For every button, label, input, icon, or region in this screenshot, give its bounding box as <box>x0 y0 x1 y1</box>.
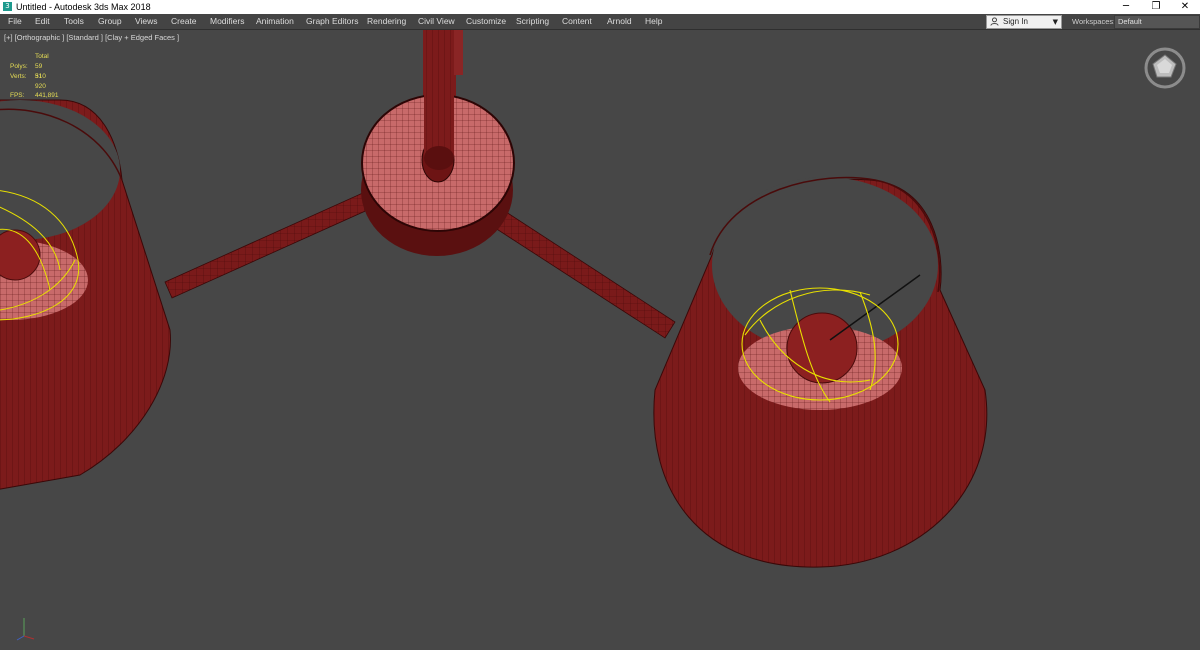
menu-customize[interactable]: Customize <box>466 14 506 29</box>
menu-graph-editors[interactable]: Graph Editors <box>306 14 358 29</box>
stats-header: Total <box>35 53 49 60</box>
fps-label: FPS: <box>10 92 25 99</box>
menu-civil-view[interactable]: Civil View <box>418 14 455 29</box>
menu-file[interactable]: File <box>8 14 22 29</box>
minimize-button[interactable]: ─ <box>1111 0 1141 14</box>
menu-content[interactable]: Content <box>562 14 592 29</box>
chandelier-arm-right <box>491 207 676 339</box>
fps-readout: FPS: 441,891 <box>10 92 59 99</box>
workspaces-value: Default <box>1118 17 1142 26</box>
polys-label: Polys: <box>10 63 28 70</box>
perspective-viewport[interactable]: [+] [Orthographic ] [Standard ] [Clay + … <box>0 30 1200 650</box>
window-title: Untitled - Autodesk 3ds Max 2018 <box>16 2 151 12</box>
sign-in-dropdown[interactable]: Sign In ▼ <box>986 15 1062 29</box>
menu-tools[interactable]: Tools <box>64 14 84 29</box>
menu-modifiers[interactable]: Modifiers <box>210 14 244 29</box>
viewcube-icon[interactable] <box>1143 46 1187 90</box>
menu-rendering[interactable]: Rendering <box>367 14 406 29</box>
close-button[interactable]: ✕ <box>1170 0 1200 14</box>
menu-edit[interactable]: Edit <box>35 14 50 29</box>
lamp-shade-right <box>653 176 988 568</box>
menu-bar: File Edit Tools Group Views Create Modif… <box>0 14 1200 30</box>
user-icon <box>990 17 999 26</box>
menu-scripting[interactable]: Scripting <box>516 14 549 29</box>
menu-animation[interactable]: Animation <box>256 14 294 29</box>
chandelier-hub <box>361 30 515 256</box>
app-logo-icon: 3 <box>3 2 12 11</box>
workspaces-select[interactable]: Default <box>1114 15 1200 29</box>
restore-button[interactable]: ❐ <box>1141 0 1171 14</box>
verts-label: Verts: <box>10 73 27 80</box>
scene-render <box>0 30 988 568</box>
chandelier-arm-left <box>164 191 373 299</box>
workspaces-label: Workspaces: <box>1072 17 1116 26</box>
menu-help[interactable]: Help <box>645 14 662 29</box>
axis-tripod-icon <box>16 618 35 641</box>
menu-arnold[interactable]: Arnold <box>607 14 632 29</box>
window-titlebar: 3 Untitled - Autodesk 3ds Max 2018 ─ ❐ ✕ <box>0 0 1200 14</box>
menu-create[interactable]: Create <box>171 14 197 29</box>
verts-value: 31 920 <box>35 73 46 90</box>
menu-views[interactable]: Views <box>135 14 158 29</box>
viewport-label-menu[interactable]: [+] [Orthographic ] [Standard ] [Clay + … <box>4 33 179 42</box>
sign-in-label: Sign In <box>1003 17 1028 26</box>
lamp-shade-left <box>0 99 171 490</box>
chevron-down-icon: ▼ <box>1052 18 1058 26</box>
fps-value: 441,891 <box>35 92 59 99</box>
menu-group[interactable]: Group <box>98 14 122 29</box>
